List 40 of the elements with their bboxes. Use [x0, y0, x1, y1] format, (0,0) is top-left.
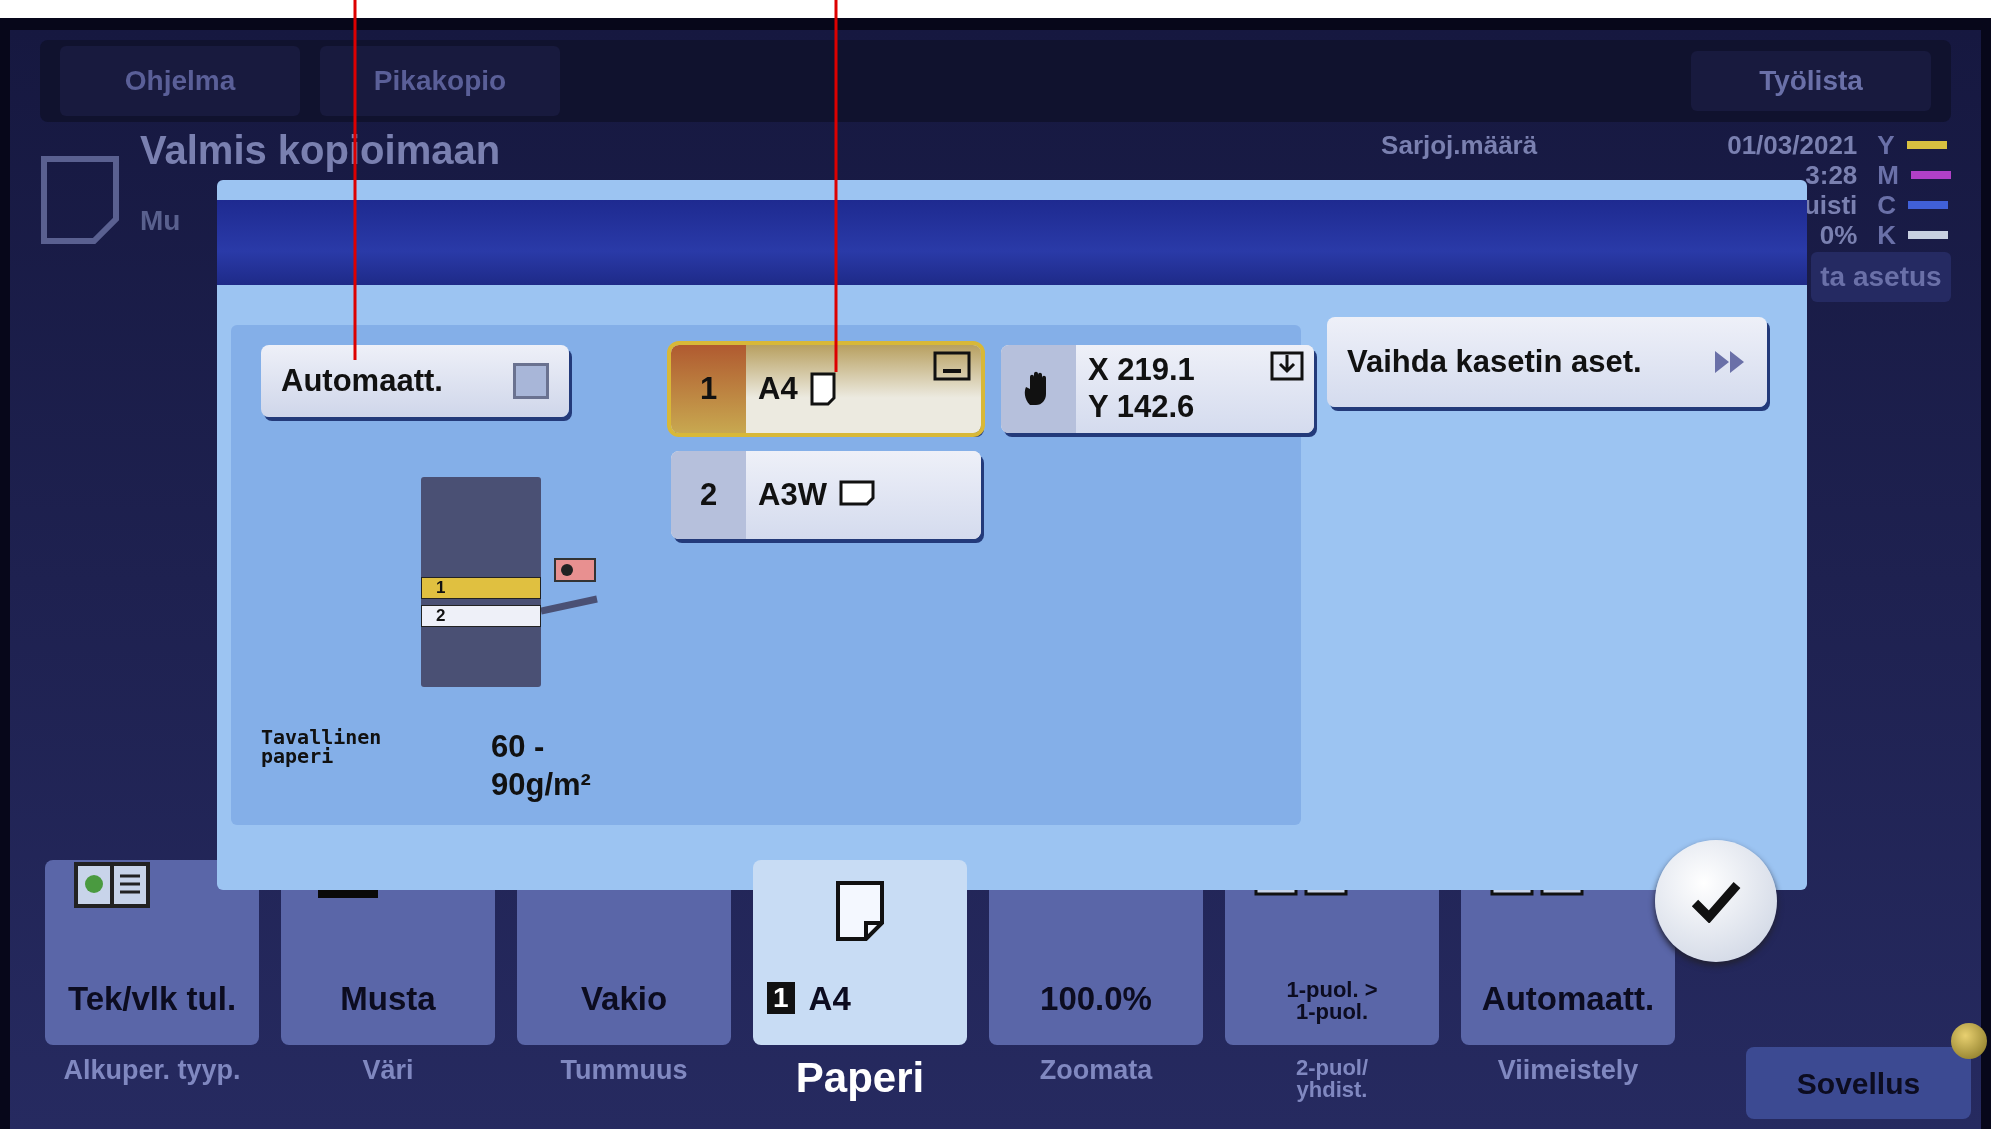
settings-button[interactable]: ta asetus: [1811, 252, 1951, 302]
toner-label: C: [1877, 190, 1897, 220]
tray-slot: 2: [421, 604, 541, 627]
paper-icon: [835, 880, 885, 942]
toner-label: M: [1877, 160, 1899, 190]
toner-label: Y: [1877, 130, 1895, 160]
checkmark-icon: [1691, 879, 1741, 923]
job-list-button[interactable]: Työlista: [1691, 51, 1931, 111]
memory-label: uisti: [1802, 190, 1858, 220]
function-label: 2-puol/ yhdist.: [1294, 1057, 1370, 1104]
document-icon: [40, 155, 120, 245]
paper-weight: 60 - 90g/m²: [491, 727, 592, 805]
download-icon: [1270, 351, 1304, 381]
function-label: Alkuper. tyyp.: [62, 1057, 242, 1087]
function-label: Väri: [361, 1057, 415, 1087]
status-date: 01/03/2021: [1727, 130, 1858, 160]
paper-type: Tavallinen paperi: [261, 727, 383, 766]
tray-slot: 1: [421, 576, 541, 599]
app-button[interactable]: Sovellus: [1746, 1047, 1971, 1119]
toner-label: K: [1877, 220, 1897, 250]
paper-size: A4: [808, 978, 851, 1019]
status-subtitle: Mu: [140, 204, 182, 238]
tab[interactable]: Ohjelma: [60, 46, 300, 116]
checkbox[interactable]: [513, 362, 549, 399]
function-label: Zoomata: [1038, 1057, 1154, 1087]
book-icon: [74, 862, 150, 908]
function-label: Viimeistely: [1496, 1057, 1640, 1087]
function-tile[interactable]: Tek/vlk tul.: [45, 860, 259, 1045]
memory-reading: 0%: [1818, 220, 1858, 250]
copies-label: Sarjoj.määrä: [1381, 130, 1538, 160]
tray-number: 1: [767, 982, 795, 1015]
bypass-tray-drawing: [541, 557, 598, 615]
function-label: Paperi: [794, 1057, 926, 1103]
y-coordinate: Y 142.6: [1088, 388, 1196, 426]
tab[interactable]: Pikakopio: [320, 46, 560, 116]
function-label: Tummuus: [559, 1057, 689, 1087]
status-time: 3:28: [1804, 160, 1858, 190]
x-coordinate: X 219.1: [1088, 351, 1196, 389]
tray-icon: [933, 351, 971, 381]
function-tile[interactable]: 1 A4: [753, 860, 967, 1045]
